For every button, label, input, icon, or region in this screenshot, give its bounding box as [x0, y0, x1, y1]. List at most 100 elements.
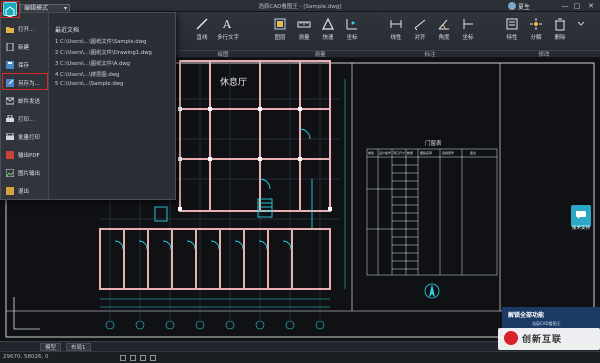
- layers-icon: [274, 18, 286, 30]
- table-header: 设计编号: [379, 150, 391, 155]
- minimize-button[interactable]: —: [560, 1, 570, 11]
- recent-documents-title: 最近文档: [55, 27, 80, 34]
- recent-document[interactable]: 1 C:\Users\...\图纸文件\Sample.dwg: [55, 37, 146, 45]
- north-arrow-icon: [424, 283, 440, 299]
- polar-toggle-icon[interactable]: [150, 355, 156, 361]
- recent-document[interactable]: 4 C:\Users\...\楼层图.dwg: [55, 70, 119, 78]
- new-file-icon: [6, 43, 14, 51]
- menu-item-label: 打印...: [18, 117, 35, 123]
- ucs-icon: [13, 297, 40, 330]
- table-header: 选用型号: [442, 150, 454, 155]
- menu-item-label: 打开...: [18, 27, 35, 33]
- open-folder-icon: [6, 27, 14, 33]
- ribbon-button-layers[interactable]: 图层: [268, 14, 292, 46]
- table-header: 图集名称: [420, 150, 432, 155]
- measure-icon: [297, 21, 311, 28]
- close-button[interactable]: ✕: [586, 1, 596, 11]
- table-header: 备注: [470, 150, 476, 155]
- recent-document[interactable]: 3 C:\Users\...\图纸文件\A.dwg: [55, 59, 130, 67]
- watermark-logo-icon: [504, 331, 518, 345]
- ribbon-button-ordinate[interactable]: 坐标: [456, 14, 480, 46]
- delete-icon: [555, 18, 565, 31]
- line-icon: [196, 18, 208, 30]
- ribbon-button-angle[interactable]: 角度: [432, 14, 456, 46]
- table-header: 数量: [407, 150, 413, 155]
- ribbon-button-measure[interactable]: 测量: [292, 14, 316, 46]
- status-bar: 29670, 58026, 0: [0, 351, 600, 363]
- highlight-box-save-as: [2, 73, 48, 90]
- ribbon-button-line[interactable]: 直线: [190, 14, 214, 46]
- menu-item-label: 退出: [18, 189, 30, 195]
- menu-item-label: 输出PDF: [18, 153, 40, 159]
- promo-title: 解锁全部功能: [508, 312, 545, 319]
- menu-item-export-pdf[interactable]: 输出PDF: [4, 147, 47, 164]
- menu-item-exit[interactable]: 退出: [4, 183, 47, 200]
- watermark-logo: 创新互联: [498, 328, 600, 350]
- recent-document[interactable]: 2 C:\Users\...\图纸文件\Drawing1.dwg: [55, 48, 152, 56]
- linear-dim-icon: [390, 20, 402, 28]
- explode-icon: [530, 18, 542, 30]
- grid-toggle-icon[interactable]: [130, 355, 136, 361]
- image-export-icon: [6, 169, 14, 177]
- ribbon-button-properties[interactable]: 特性: [500, 14, 524, 46]
- file-menu: 打开... 新建 保存 另存为... 邮件发送 打印... 批量打印 输出PDF…: [0, 12, 176, 200]
- ribbon-button-label: 分解: [530, 35, 542, 41]
- tab-layout1[interactable]: 布局1: [66, 343, 91, 351]
- ribbon-button-coordinate[interactable]: 坐标: [340, 14, 364, 46]
- ribbon-button-label: 线性: [390, 35, 402, 41]
- ribbon-group-measure: 测量: [268, 50, 372, 58]
- menu-item-image-export[interactable]: 图片输出: [4, 165, 47, 182]
- cad-viewer-window: 编辑模式 ▾ 浩辰CAD看图王 - [Sample.dwg] 夏生 — □ ✕ …: [0, 0, 600, 363]
- ribbon-button-label: 删除: [554, 35, 566, 41]
- chat-icon: [576, 211, 586, 219]
- tab-model[interactable]: 模型: [40, 343, 62, 351]
- print-icon: [6, 115, 14, 122]
- quick-icon: [322, 17, 334, 30]
- ribbon-button-label: 图层: [274, 35, 286, 41]
- coordinate-readout: 29670, 58026, 0: [3, 354, 49, 360]
- maximize-button[interactable]: □: [572, 1, 582, 11]
- ribbon-button-explode[interactable]: 分解: [524, 14, 548, 46]
- promo-subtitle: 浩辰CAD看图王: [532, 321, 561, 326]
- menu-item-send-mail[interactable]: 邮件发送: [4, 93, 47, 110]
- menu-item-label: 新建: [18, 45, 30, 51]
- menu-item-open[interactable]: 打开...: [4, 21, 47, 38]
- batch-print-icon: [6, 133, 14, 140]
- table-header: 洞口尺寸: [393, 150, 405, 155]
- ortho-toggle-icon[interactable]: [140, 355, 146, 361]
- ribbon-button-aligned[interactable]: 对齐: [408, 14, 432, 46]
- user-area[interactable]: 夏生 — □ ✕: [504, 0, 600, 12]
- ribbon-button-mtext[interactable]: A 多行文字: [216, 14, 240, 46]
- menu-item-save[interactable]: 保存: [4, 57, 47, 74]
- snap-toggle-icon[interactable]: [120, 355, 126, 361]
- ribbon-group-draw: 绘图: [178, 50, 268, 58]
- ribbon-button-quick[interactable]: 快速: [316, 14, 340, 46]
- aligned-dim-icon: [414, 19, 426, 31]
- ribbon-button-label: 坐标: [462, 35, 474, 41]
- recent-document[interactable]: 5 C:\Users\...\Sample.dwg: [55, 81, 123, 87]
- save-icon: [6, 61, 14, 69]
- exit-icon: [6, 187, 14, 195]
- user-name[interactable]: 夏生: [518, 2, 530, 11]
- avatar[interactable]: [508, 2, 516, 10]
- ribbon-group-modify: 修改: [488, 50, 600, 58]
- support-widget-label: 技术支持: [572, 226, 590, 231]
- room-label: 休息厅: [220, 76, 247, 88]
- table-title: 门窗表: [425, 139, 442, 147]
- menu-item-new[interactable]: 新建: [4, 39, 47, 56]
- expand-ribbon-icon[interactable]: [576, 18, 586, 28]
- ribbon-button-label: 角度: [438, 35, 450, 41]
- menu-item-print[interactable]: 打印...: [4, 111, 47, 128]
- menu-item-batch-print[interactable]: 批量打印: [4, 129, 47, 146]
- grid-bubbles: [105, 320, 325, 330]
- ribbon-button-label: 坐标: [346, 35, 358, 41]
- menu-item-label: 邮件发送: [18, 99, 41, 105]
- support-widget-button[interactable]: 技术支持: [571, 205, 591, 231]
- ribbon-button-linear[interactable]: 线性: [384, 14, 408, 46]
- ordinate-dim-icon: [463, 19, 473, 29]
- ribbon-button-label: 多行文字: [216, 35, 239, 41]
- ribbon-button-delete[interactable]: 删除: [548, 14, 572, 46]
- ribbon-button-label: 快速: [322, 35, 334, 41]
- mtext-icon: A: [222, 18, 232, 31]
- menu-item-label: 保存: [18, 63, 30, 69]
